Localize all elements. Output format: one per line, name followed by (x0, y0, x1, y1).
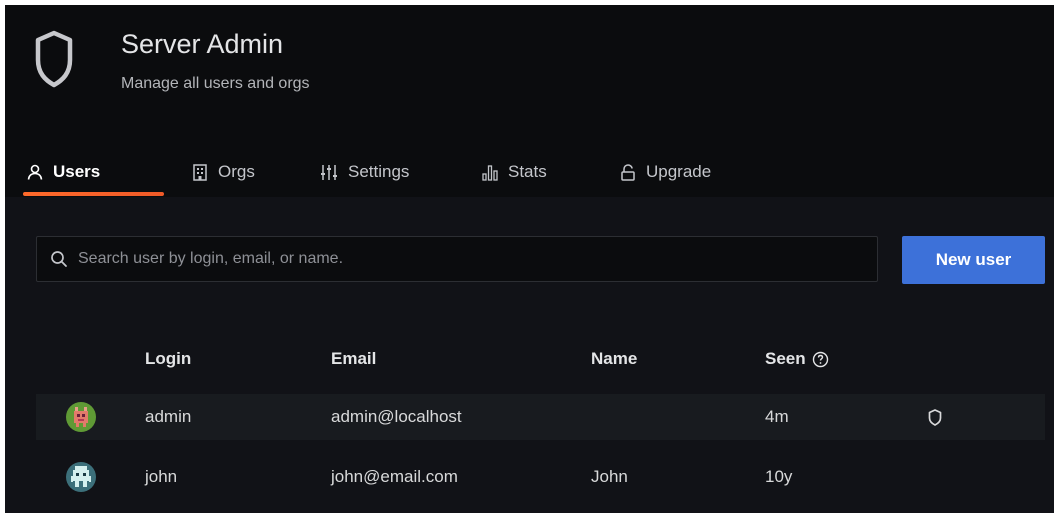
info-circle-icon[interactable] (812, 351, 829, 368)
shield-icon (35, 30, 73, 88)
avatar[interactable] (66, 462, 96, 492)
user-email[interactable]: admin@localhost (331, 394, 462, 440)
column-header-login[interactable]: Login (145, 349, 191, 369)
column-header-label: Seen (765, 349, 806, 368)
tab-label: Orgs (218, 162, 255, 181)
tab-label: Stats (508, 162, 547, 181)
active-tab-indicator (23, 192, 164, 196)
user-seen: 10y (765, 467, 793, 486)
column-header-name[interactable]: Name (591, 349, 637, 369)
user-login-link[interactable]: admin (145, 394, 191, 440)
column-header-email[interactable]: Email (331, 349, 376, 369)
tab-stats[interactable]: Stats (482, 155, 547, 189)
app-frame: Server Admin Manage all users and orgs U… (5, 5, 1054, 513)
column-header-seen[interactable]: Seen (765, 349, 829, 369)
tab-upgrade[interactable]: Upgrade (620, 155, 711, 189)
avatar[interactable] (66, 402, 96, 432)
search-icon (51, 251, 67, 267)
user-name[interactable]: John (591, 454, 628, 500)
search-box[interactable] (36, 236, 878, 282)
unlock-icon (621, 163, 635, 181)
sliders-icon (321, 164, 337, 180)
tab-label: Upgrade (646, 162, 712, 181)
table-row[interactable]: admin admin@localhost 4m (36, 394, 1045, 440)
user-login-link[interactable]: john (145, 454, 177, 500)
table-row[interactable]: john john@email.com John 10y (36, 454, 1045, 500)
page-title: Server Admin (121, 29, 284, 59)
bar-chart-icon (482, 164, 498, 181)
user-email[interactable]: john@email.com (331, 454, 458, 500)
admin-shield-icon (928, 409, 942, 426)
building-icon (193, 163, 207, 181)
new-user-button[interactable]: New user (902, 236, 1045, 284)
user-icon (27, 164, 43, 180)
tab-settings[interactable]: Settings (320, 155, 409, 189)
tab-users[interactable]: Users (27, 155, 100, 189)
page-header: Server Admin Manage all users and orgs U… (5, 5, 1054, 197)
tab-label: Settings (348, 162, 410, 181)
search-input[interactable] (76, 249, 877, 269)
user-seen: 4m (765, 407, 789, 426)
page-subtitle: Manage all users and orgs (121, 75, 310, 92)
tab-orgs[interactable]: Orgs (192, 155, 255, 189)
tab-label: Users (53, 162, 101, 181)
